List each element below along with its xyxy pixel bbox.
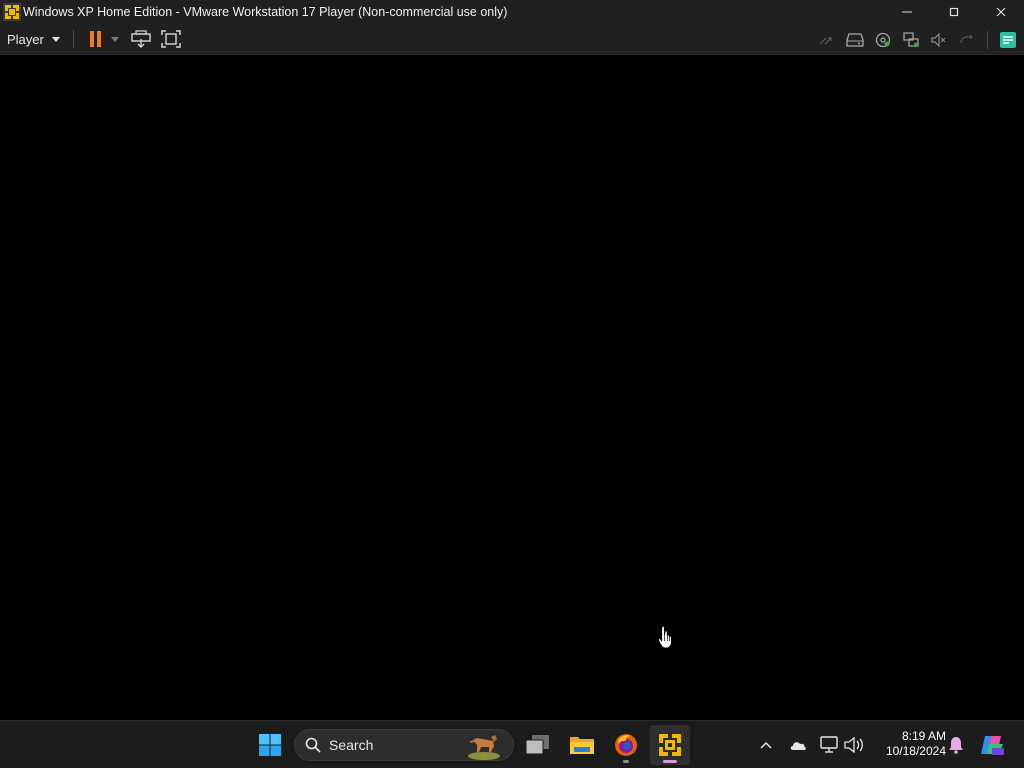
copilot-icon <box>981 736 1004 755</box>
windows-taskbar: Search 8:19 AM 10/18/2024 <box>0 720 1024 768</box>
notifications-button[interactable] <box>944 733 968 757</box>
toolbar-divider <box>987 30 988 49</box>
fast-forward-button[interactable] <box>813 27 841 53</box>
task-view-button[interactable] <box>518 725 558 765</box>
window-title: Windows XP Home Edition - VMware Worksta… <box>23 5 508 19</box>
notification-bell-icon <box>949 737 963 754</box>
windows-start-icon <box>259 734 281 756</box>
pause-button[interactable] <box>84 26 108 52</box>
copilot-button[interactable] <box>978 731 1006 759</box>
fullscreen-icon <box>161 30 181 48</box>
search-label: Search <box>329 737 374 753</box>
vmware-player-taskbar-button[interactable] <box>650 725 690 765</box>
volume-icon <box>844 737 863 753</box>
clock-date: 10/18/2024 <box>885 744 946 758</box>
sound-icon <box>931 32 946 47</box>
start-button[interactable] <box>250 725 290 765</box>
send-ctrl-alt-del-icon <box>131 30 151 48</box>
network-adapter-button[interactable] <box>897 27 925 53</box>
hard-disk-icon <box>846 32 864 47</box>
clock-tray-button[interactable]: 8:19 AM 10/18/2024 <box>874 729 946 759</box>
onedrive-tray-button[interactable] <box>786 733 810 757</box>
chevron-down-icon <box>51 36 60 42</box>
minimize-button[interactable] <box>883 0 930 24</box>
maximize-icon <box>949 7 958 17</box>
virtual-machine-display[interactable] <box>0 56 1024 720</box>
pause-options-dropdown[interactable] <box>108 26 122 52</box>
send-ctrl-alt-del-button[interactable] <box>126 26 156 52</box>
vmware-player-icon <box>658 733 682 757</box>
title-bar[interactable]: Windows XP Home Edition - VMware Worksta… <box>0 0 1024 24</box>
cd-dvd-icon <box>875 32 891 47</box>
active-indicator <box>663 760 677 763</box>
fast-forward-icon <box>819 36 832 44</box>
search-icon <box>305 737 321 753</box>
device-toolbar <box>813 24 1024 55</box>
maximize-button[interactable] <box>930 0 977 24</box>
taskbar-search-box[interactable]: Search <box>294 729 514 761</box>
chevron-down-icon <box>110 36 119 42</box>
notes-icon <box>1000 31 1016 48</box>
network-icon <box>820 736 838 753</box>
minimize-icon <box>901 11 912 13</box>
running-indicator <box>623 760 629 763</box>
vmware-player-window: Windows XP Home Edition - VMware Worksta… <box>0 0 1024 768</box>
notes-button[interactable] <box>994 27 1022 53</box>
clock-time: 8:19 AM <box>901 729 946 743</box>
volume-tray-button[interactable] <box>842 733 866 757</box>
show-hidden-icons-button[interactable] <box>754 733 778 757</box>
vmware-icon[interactable] <box>3 3 21 21</box>
player-menu-label: Player <box>7 31 44 47</box>
pause-icon <box>89 31 101 47</box>
firefox-icon <box>615 734 637 756</box>
network-tray-button[interactable] <box>818 733 842 757</box>
file-explorer-icon <box>570 737 594 754</box>
cd-dvd-button[interactable] <box>869 27 897 53</box>
onedrive-icon <box>790 742 806 750</box>
firefox-button[interactable] <box>606 725 646 765</box>
player-toolbar: Player <box>0 24 1024 55</box>
close-icon <box>996 7 1005 17</box>
hand-cursor-icon <box>657 626 672 649</box>
window-controls <box>883 0 1024 24</box>
fullscreen-button[interactable] <box>156 26 186 52</box>
task-view-icon <box>525 735 549 755</box>
search-highlight-illustration-icon <box>468 735 500 760</box>
sound-card-button[interactable] <box>925 27 953 53</box>
player-menu-button[interactable]: Player <box>0 27 67 51</box>
usb-device-button[interactable] <box>953 27 981 53</box>
chevron-up-icon <box>760 741 772 749</box>
usb-icon <box>960 34 973 43</box>
toolbar-divider <box>72 30 74 48</box>
network-icon <box>903 31 919 47</box>
hard-disk-button[interactable] <box>841 27 869 53</box>
file-explorer-button[interactable] <box>562 725 602 765</box>
close-button[interactable] <box>977 0 1024 24</box>
